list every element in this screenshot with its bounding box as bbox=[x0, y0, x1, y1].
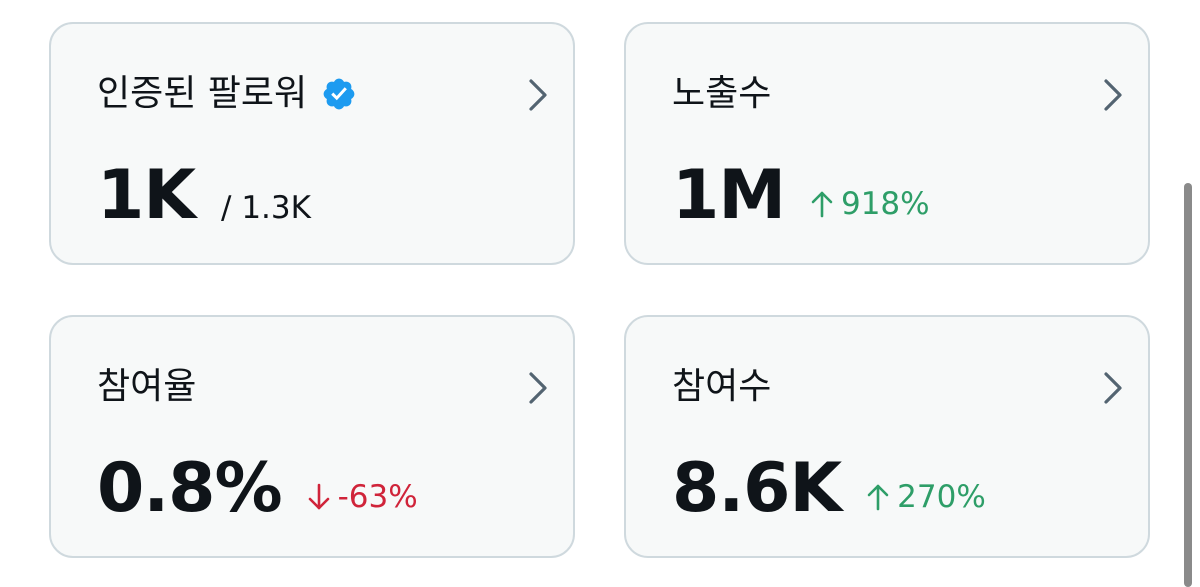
card-value: 1M bbox=[672, 156, 786, 235]
card-label: 참여수 bbox=[672, 366, 772, 407]
chevron-right-icon[interactable] bbox=[527, 78, 549, 112]
arrow-up-icon bbox=[811, 191, 833, 218]
card-total: / 1.3K bbox=[221, 190, 311, 226]
card-label: 참여율 bbox=[97, 366, 197, 407]
card-header: 인증된 팔로워 bbox=[97, 72, 357, 116]
card-value-row: 0.8% -63% bbox=[97, 449, 418, 529]
card-delta-value: -63% bbox=[337, 479, 418, 515]
card-delta: 918% bbox=[811, 186, 930, 222]
chevron-right-icon[interactable] bbox=[527, 371, 549, 405]
card-value: 1K bbox=[97, 156, 196, 235]
card-impressions[interactable]: 노출수 1M 918% bbox=[624, 22, 1150, 265]
card-delta-value: 270% bbox=[897, 479, 986, 515]
card-value-row: 8.6K 270% bbox=[672, 449, 986, 529]
card-value: 8.6K bbox=[672, 449, 842, 528]
chevron-right-icon[interactable] bbox=[1102, 371, 1124, 405]
card-engagement-rate[interactable]: 참여율 0.8% -63% bbox=[49, 315, 575, 558]
chevron-right-icon[interactable] bbox=[1102, 78, 1124, 112]
card-delta-value: 918% bbox=[840, 186, 930, 222]
card-delta: 270% bbox=[867, 479, 986, 515]
card-header: 노출수 bbox=[672, 72, 771, 116]
card-label: 노출수 bbox=[672, 73, 772, 114]
card-value-row: 1M 918% bbox=[672, 156, 930, 236]
card-header: 참여수 bbox=[672, 365, 771, 409]
verified-badge-icon bbox=[321, 76, 357, 112]
card-delta: -63% bbox=[308, 479, 418, 515]
card-label: 인증된 팔로워 bbox=[97, 73, 308, 114]
card-value: 0.8% bbox=[97, 449, 283, 528]
scrollbar[interactable] bbox=[1184, 183, 1192, 587]
arrow-up-icon bbox=[867, 484, 889, 511]
card-verified-followers[interactable]: 인증된 팔로워 1K / 1.3K bbox=[49, 22, 575, 265]
card-value-row: 1K / 1.3K bbox=[97, 156, 311, 236]
card-header: 참여율 bbox=[97, 365, 196, 409]
arrow-down-icon bbox=[308, 483, 329, 510]
card-engagements[interactable]: 참여수 8.6K 270% bbox=[624, 315, 1150, 558]
